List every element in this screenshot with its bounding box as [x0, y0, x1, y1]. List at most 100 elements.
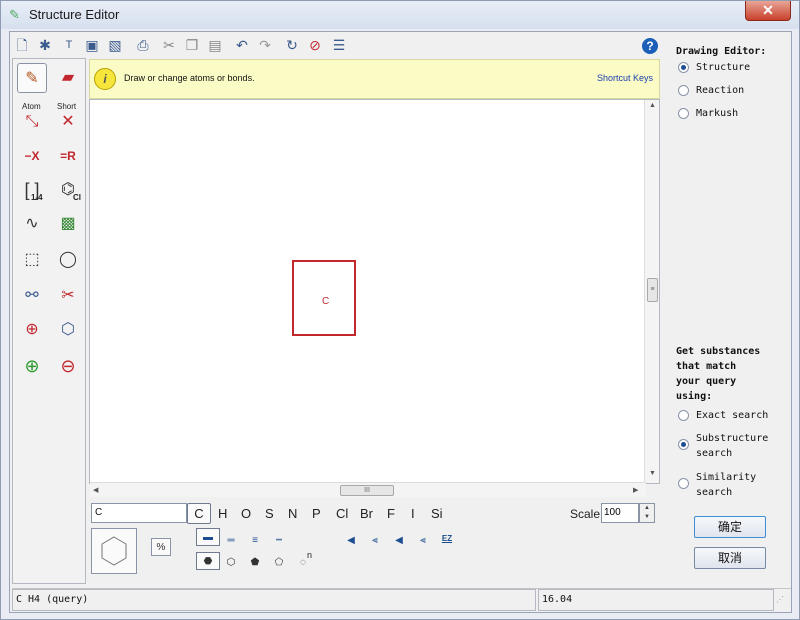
element-cl[interactable]: Cl	[336, 506, 348, 521]
element-o[interactable]: O	[241, 506, 251, 521]
radio-exact-dot[interactable]	[678, 410, 689, 421]
shortcut-keys-link[interactable]: Shortcut Keys	[597, 73, 653, 83]
remove-x-tool[interactable]: −X	[17, 141, 47, 171]
flip-tool-icon[interactable]: ⬡	[53, 315, 83, 345]
scroll-down-icon[interactable]: ▼	[649, 470, 656, 477]
radio-reaction-dot[interactable]	[678, 85, 689, 96]
refresh-icon[interactable]: ↻	[283, 36, 301, 54]
bold-hash-button[interactable]: ⫷	[413, 532, 433, 550]
drawing-canvas[interactable]: C ▲ ≡ ▼	[89, 99, 660, 484]
vertical-scroll-thumb[interactable]: ≡	[647, 278, 658, 302]
info-icon: i	[94, 68, 116, 90]
scroll-right-icon[interactable]: ▶	[633, 486, 638, 494]
shortcut-group-icon[interactable]: ✕	[53, 107, 83, 137]
zoom-out-icon[interactable]: ⊖	[53, 351, 83, 381]
eraser-tool-icon[interactable]: ▰	[53, 63, 83, 93]
radio-substructure-dot[interactable]	[678, 439, 689, 450]
clear-icon[interactable]: ⊘	[306, 36, 324, 54]
element-bond-panel: C C H O S N P Cl Br F I Si Scale 100 ▲ ▼ …	[89, 498, 660, 584]
percent-button[interactable]: %	[151, 538, 171, 556]
bond-map-icon[interactable]: ⚯	[17, 281, 47, 311]
new-doc-icon[interactable]: 🗋	[13, 36, 31, 54]
triple-bond-button[interactable]: ≡	[245, 532, 265, 550]
ring-n-label: n	[307, 550, 313, 560]
undo-icon[interactable]: ↶	[233, 36, 251, 54]
atom-text-input[interactable]: C	[91, 503, 187, 523]
hint-text: Draw or change atoms or bonds.	[124, 73, 255, 83]
scale-input[interactable]: 100	[601, 503, 639, 523]
copy-icon[interactable]: ❐	[183, 36, 201, 54]
element-h[interactable]: H	[218, 506, 227, 521]
ez-bond-button[interactable]: EZ	[437, 530, 457, 548]
radio-markush-dot[interactable]	[678, 108, 689, 119]
element-p[interactable]: P	[312, 506, 321, 521]
hash-bond-button[interactable]: ⫷	[365, 532, 385, 550]
element-n[interactable]: N	[288, 506, 297, 521]
atom-label[interactable]: C	[322, 296, 329, 307]
scale-label: Scale	[570, 507, 601, 521]
horizontal-scrollbar[interactable]: ◀ III ▶	[90, 482, 646, 497]
text-icon[interactable]: T	[60, 36, 78, 54]
horizontal-scroll-thumb[interactable]: III	[340, 485, 394, 496]
single-bond-button[interactable]: ▬	[196, 528, 220, 546]
scroll-up-icon[interactable]: ▲	[649, 102, 656, 109]
rotate-tool-icon[interactable]: ⊕	[17, 315, 47, 345]
cyclohexane-template-icon[interactable]: ⬡	[221, 554, 241, 572]
status-bar: C H4 (query) 16.04 ⋰	[12, 588, 791, 611]
cut-icon[interactable]: ✂	[160, 36, 178, 54]
cancel-button[interactable]: 取消	[694, 547, 766, 569]
paste-icon[interactable]: ▤	[206, 36, 224, 54]
save-icon[interactable]: ▣	[83, 36, 101, 54]
element-br[interactable]: Br	[360, 506, 373, 521]
title-bar[interactable]: ✎ Structure Editor ✕	[1, 1, 799, 29]
rect-select-icon[interactable]: ⬚	[17, 245, 47, 275]
zoom-in-icon[interactable]: ⊕	[17, 351, 47, 381]
query-heading-line-4: using:	[676, 391, 713, 402]
vertical-scrollbar[interactable]: ▲ ≡ ▼	[644, 100, 659, 483]
close-button[interactable]: ✕	[745, 1, 791, 21]
benzene-template-icon[interactable]: ⬣	[196, 552, 220, 570]
resize-grip-icon[interactable]: ⋰	[776, 595, 788, 607]
element-f[interactable]: F	[387, 506, 395, 521]
hint-bar: i Draw or change atoms or bonds. Shortcu…	[89, 59, 660, 99]
export-icon[interactable]: ▧	[106, 36, 124, 54]
scroll-left-icon[interactable]: ◀	[93, 486, 98, 494]
status-formula: C H4 (query)	[12, 589, 536, 611]
template-icon[interactable]: ✱	[36, 36, 54, 54]
cyclopentane-template-icon[interactable]: ⬠	[269, 554, 289, 572]
radio-similarity-label-1: Similarity	[696, 472, 757, 483]
double-bond-button[interactable]: ═	[221, 532, 241, 550]
radio-markush-label: Markush	[696, 108, 739, 119]
radio-substructure-label-1: Substructure	[696, 433, 769, 444]
radio-structure-dot[interactable]	[678, 62, 689, 73]
ok-button[interactable]: 确定	[694, 516, 766, 538]
cyclopentene-template-icon[interactable]: ⬟	[245, 554, 265, 572]
element-i[interactable]: I	[411, 506, 415, 521]
bold-wedge-button[interactable]: ◀	[389, 532, 409, 550]
wedge-bond-button[interactable]: ◀	[341, 532, 361, 550]
r-group-tool[interactable]: =R	[53, 141, 83, 171]
ring-preview[interactable]	[91, 528, 137, 574]
main-toolbar: 🗋 ✱ T ▣ ▧ ⎙ ✂ ❐ ▤ ↶ ↷ ↻ ⊘ ☰ ?	[10, 32, 668, 58]
atom-selection-box[interactable]: C	[292, 260, 356, 336]
template-tool-icon[interactable]: ▩	[53, 209, 83, 239]
lasso-select-icon[interactable]: ◯	[53, 245, 83, 275]
list-icon[interactable]: ☰	[330, 36, 348, 54]
element-si[interactable]: Si	[431, 506, 443, 521]
query-bond-button[interactable]: ┅	[269, 532, 289, 550]
wavy-bond-icon[interactable]: ∿	[17, 209, 47, 239]
radio-reaction-label: Reaction	[696, 85, 745, 96]
element-s[interactable]: S	[265, 506, 274, 521]
bond-break-icon[interactable]: ✂	[53, 281, 83, 311]
atom-tool-icon[interactable]: ⤡	[17, 107, 47, 137]
redo-icon[interactable]: ↷	[256, 36, 274, 54]
element-c[interactable]: C	[187, 503, 211, 524]
query-heading-line-1: Get substances	[676, 346, 761, 357]
structure-editor-window: ✎ Structure Editor ✕ 🗋 ✱ T ▣ ▧ ⎙ ✂ ❐ ▤ ↶…	[0, 0, 800, 620]
print-icon[interactable]: ⎙	[134, 36, 152, 54]
help-icon[interactable]: ?	[642, 38, 658, 54]
pencil-tool-icon[interactable]: ✎	[17, 63, 47, 93]
radio-structure-label: Structure	[696, 62, 751, 73]
scale-spinner[interactable]: ▲ ▼	[639, 503, 655, 523]
radio-similarity-dot[interactable]	[678, 478, 689, 489]
